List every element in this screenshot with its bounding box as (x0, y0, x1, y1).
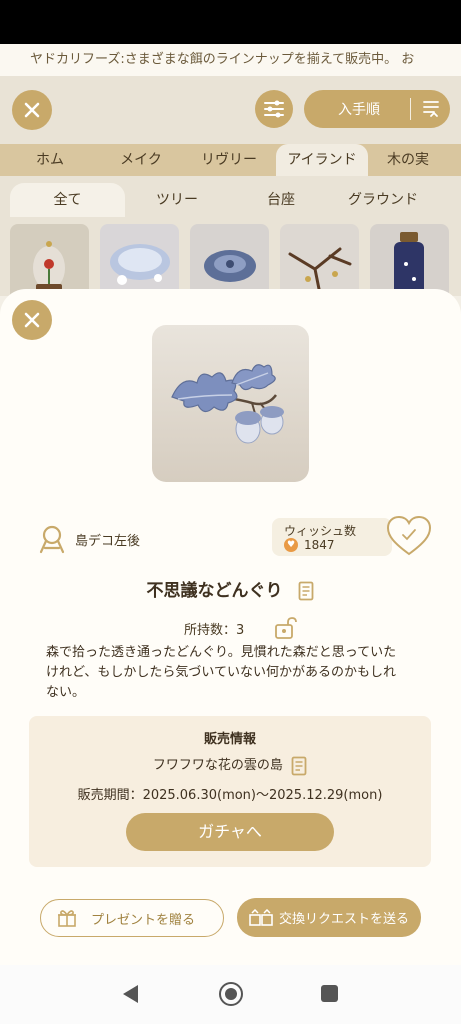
exchange-button-label: 交換リクエストを送る (278, 912, 409, 927)
tab-sub-0[interactable]: 全て (10, 183, 125, 217)
gacha-button[interactable]: ガチャへ (126, 813, 334, 851)
exchange-request-button[interactable]: 交換リクエストを送る (237, 898, 421, 937)
tab-sub-3[interactable]: グラウンド (333, 183, 433, 217)
deco-position: 島デコ左後 (37, 524, 140, 554)
wish-count: 1847 (304, 538, 335, 552)
wish-count-row: ♥ 1847 (284, 538, 335, 552)
status-bar (0, 0, 461, 44)
close-icon (24, 312, 40, 328)
document-icon[interactable] (291, 756, 307, 776)
tab-category-3[interactable]: アイランド (276, 144, 368, 176)
sale-info-title: 販売情報 (203, 732, 256, 747)
category-tabs: ホム メイク リヴリー アイランド 木の実 (0, 144, 461, 176)
sort-button[interactable]: 入手順 (304, 90, 450, 128)
exchange-icon (249, 908, 273, 926)
owned-count: 所持数：3 (184, 622, 245, 638)
item-image (152, 325, 309, 482)
present-button-label: プレゼントを贈る (90, 912, 195, 928)
document-icon[interactable] (298, 581, 314, 601)
acorn-branch-icon (171, 364, 284, 444)
sub-tabs: 全て ツリー 台座 グラウンド (0, 182, 461, 218)
close-screen-button[interactable] (12, 90, 52, 130)
sort-label: 入手順 (338, 102, 380, 118)
sale-period: 販売期間：2025.06.30(mon)〜2025.12.29(mon) (77, 788, 383, 803)
item-description: 森で拾った透き通ったどんぐり。見慣れた森だと思っていたけれど、もしかしたら気づい… (46, 645, 397, 700)
news-ticker: ヤドカリフーズ:さまざまな餌のラインナップを揃えて販売中。 お (0, 44, 461, 76)
filter-button[interactable] (255, 90, 293, 128)
tab-category-0[interactable]: ホム (0, 144, 100, 176)
nav-recent-icon[interactable] (321, 985, 338, 1002)
item-name: 不思議などんぐり (146, 581, 283, 601)
tab-category-1[interactable]: メイク (100, 144, 182, 176)
item-detail-sheet: 島デコ左後 ウィッシュ数 ♥ 1847 不思議などんぐり 所持数：3 森で拾った… (0, 289, 461, 965)
filter-icon (264, 100, 284, 118)
system-nav-bar (0, 965, 461, 1024)
sale-info-box: 販売情報 フワフワな花の雲の島 販売期間：2025.06.30(mon)〜202… (29, 716, 431, 867)
background-screen: 入手順 ホム メイク リヴリー アイランド 木の実 全て ツリー 台座 グラウン… (0, 76, 461, 304)
close-sheet-button[interactable] (12, 300, 52, 340)
nav-home-icon[interactable] (219, 982, 243, 1006)
deco-position-icon (39, 525, 65, 554)
unlocked-icon[interactable] (274, 616, 298, 640)
gift-icon (57, 910, 76, 927)
owned-row: 所持数：3 (184, 616, 298, 640)
tab-category-2[interactable]: リヴリー (182, 144, 276, 176)
tab-category-4[interactable]: 木の実 (368, 144, 448, 176)
deco-position-label: 島デコ左後 (75, 533, 141, 549)
item-name-row: 不思議などんぐり (0, 576, 461, 601)
tab-sub-2[interactable]: 台座 (229, 183, 333, 217)
close-icon (24, 102, 40, 118)
sale-island: フワフワな花の雲の島 (152, 758, 283, 773)
divider (410, 98, 411, 120)
tab-sub-1[interactable]: ツリー (125, 183, 229, 217)
present-button[interactable]: プレゼントを贈る (40, 899, 224, 937)
nav-back-icon[interactable] (120, 983, 140, 1005)
heart-icon: ♥ (284, 538, 298, 552)
sale-island-row: フワフワな花の雲の島 (29, 754, 431, 776)
wish-count-box: ウィッシュ数 ♥ 1847 (272, 518, 392, 556)
wish-label: ウィッシュ数 (284, 524, 357, 538)
wish-heart-button[interactable] (386, 515, 432, 557)
sort-icon (423, 101, 439, 117)
